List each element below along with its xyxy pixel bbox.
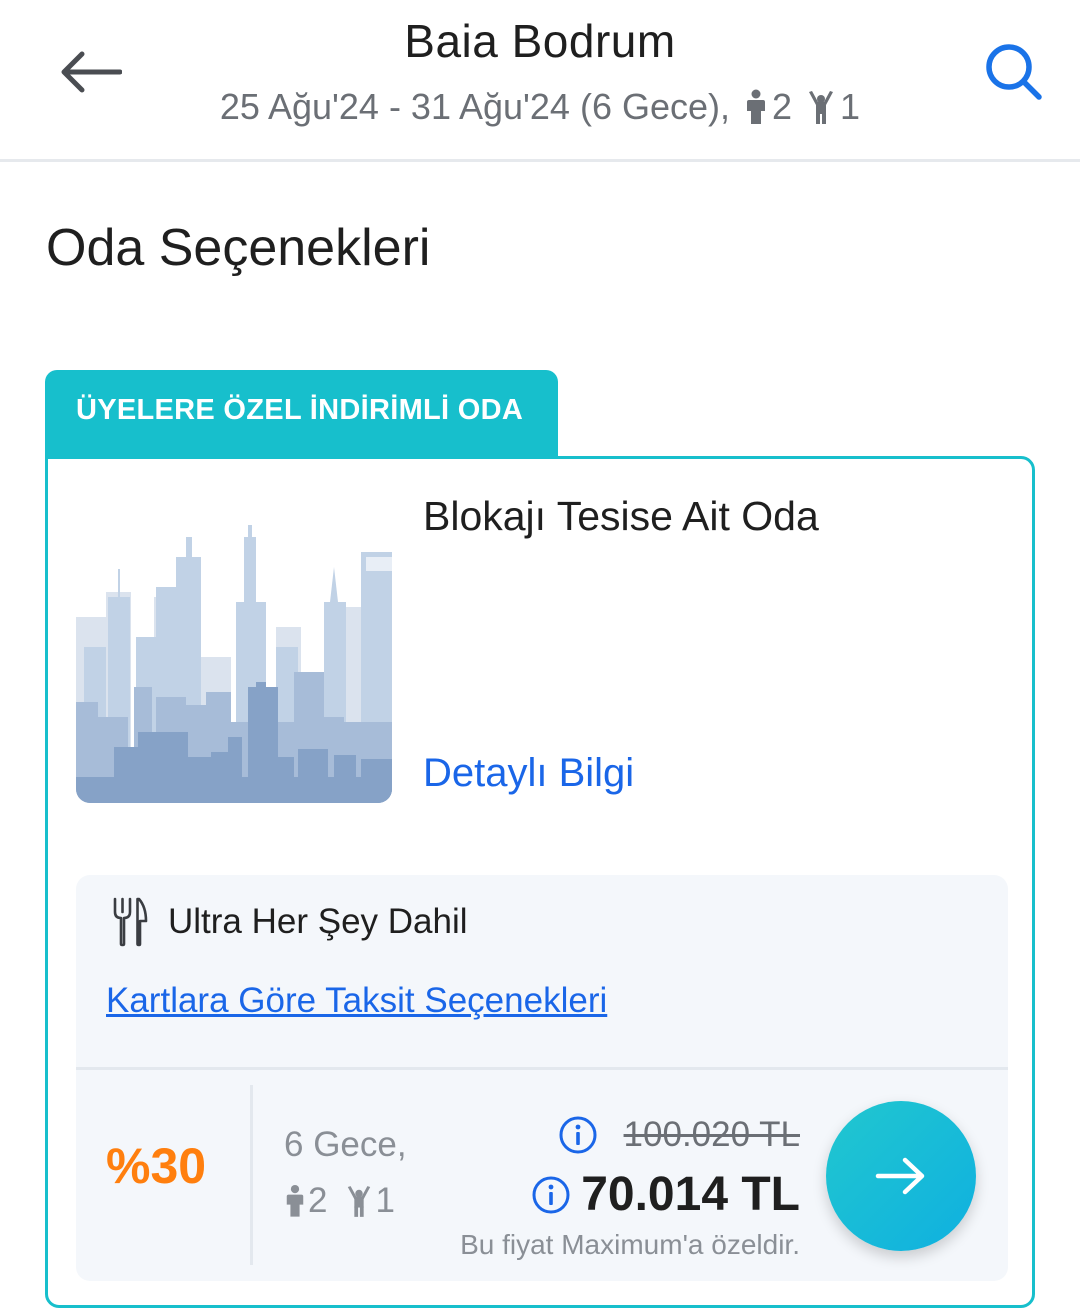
child-count: 1 bbox=[806, 86, 860, 128]
room-card: Blokajı Tesise Ait Oda Detaylı Bilgi Ult… bbox=[45, 456, 1035, 1308]
hotel-title: Baia Bodrum bbox=[404, 15, 676, 67]
child-icon bbox=[348, 1186, 371, 1217]
installment-options-link[interactable]: Kartlara Göre Taksit Seçenekleri bbox=[106, 981, 607, 1021]
member-discount-tag: ÜYELERE ÖZEL İNDİRİMLİ ODA bbox=[45, 370, 558, 456]
adult-count-value: 2 bbox=[308, 1181, 328, 1220]
booking-summary: 25 Ağu'24 - 31 Ağu'24 (6 Gece), 2 1 bbox=[0, 86, 1080, 128]
guest-summary: 2 1 bbox=[284, 1181, 395, 1221]
info-icon[interactable] bbox=[558, 1115, 598, 1155]
vertical-divider bbox=[250, 1085, 253, 1265]
info-icon[interactable] bbox=[531, 1175, 571, 1215]
section-title: Oda Seçenekleri bbox=[46, 219, 431, 277]
new-price-row: 70.014 TL bbox=[531, 1167, 800, 1222]
new-price: 70.014 TL bbox=[581, 1168, 800, 1221]
old-price-row: 100.020 TL bbox=[558, 1115, 800, 1155]
date-range: 25 Ağu'24 - 31 Ağu'24 (6 Gece), bbox=[219, 86, 731, 127]
select-room-button[interactable] bbox=[826, 1101, 976, 1251]
search-icon bbox=[986, 44, 1042, 100]
child-count-value: 1 bbox=[840, 86, 861, 127]
child-icon bbox=[809, 91, 834, 124]
cutlery-icon bbox=[113, 897, 148, 947]
adult-count-value: 2 bbox=[772, 86, 793, 127]
adult-count: 2 bbox=[744, 86, 792, 128]
room-image[interactable] bbox=[76, 487, 392, 803]
arrow-right-icon bbox=[875, 1157, 925, 1195]
room-offer-box: Ultra Her Şey Dahil Kartlara Göre Taksit… bbox=[76, 875, 1008, 1281]
price-note: Bu fiyat Maximum'a özeldir. bbox=[460, 1229, 800, 1260]
divider bbox=[76, 1067, 1008, 1070]
adult-icon bbox=[747, 89, 766, 124]
adult-icon bbox=[286, 1184, 304, 1217]
top-bar: Baia Bodrum 25 Ağu'24 - 31 Ağu'24 (6 Gec… bbox=[0, 0, 1080, 162]
old-price: 100.020 TL bbox=[623, 1115, 800, 1154]
detail-info-link[interactable]: Detaylı Bilgi bbox=[423, 751, 634, 796]
search-button[interactable] bbox=[976, 34, 1052, 110]
board-type: Ultra Her Şey Dahil bbox=[112, 897, 468, 947]
room-name: Blokajı Tesise Ait Oda bbox=[423, 493, 819, 539]
discount-badge: %30 bbox=[106, 1138, 207, 1194]
board-type-label: Ultra Her Şey Dahil bbox=[168, 902, 468, 941]
city-placeholder-image bbox=[76, 487, 392, 803]
child-count-value: 1 bbox=[375, 1181, 395, 1220]
nights-label: 6 Gece, bbox=[284, 1125, 407, 1164]
